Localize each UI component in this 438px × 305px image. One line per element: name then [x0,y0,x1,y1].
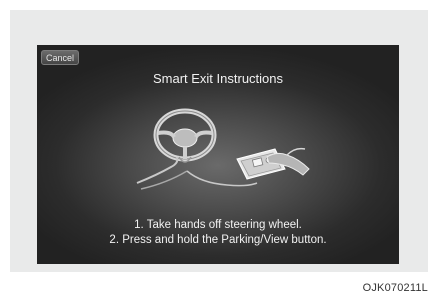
cancel-button[interactable]: Cancel [41,50,79,65]
display-screen: Cancel Smart Exit Instructions 1. Take h… [37,45,399,264]
instruction-illustration [136,108,310,190]
screen-title: Smart Exit Instructions [152,71,284,86]
instruction-step-1: 1. Take hands off steering wheel. [134,219,302,231]
steering-wheel-icon [153,108,217,163]
parking-view-button-icon [236,147,310,180]
figure-code: OJK070211L [362,282,428,294]
instruction-step-2: 2. Press and hold the Parking/View butto… [109,234,327,246]
instruction-steps: 1. Take hands off steering wheel. 2. Pre… [37,218,399,248]
page: Cancel Smart Exit Instructions 1. Take h… [0,0,438,305]
